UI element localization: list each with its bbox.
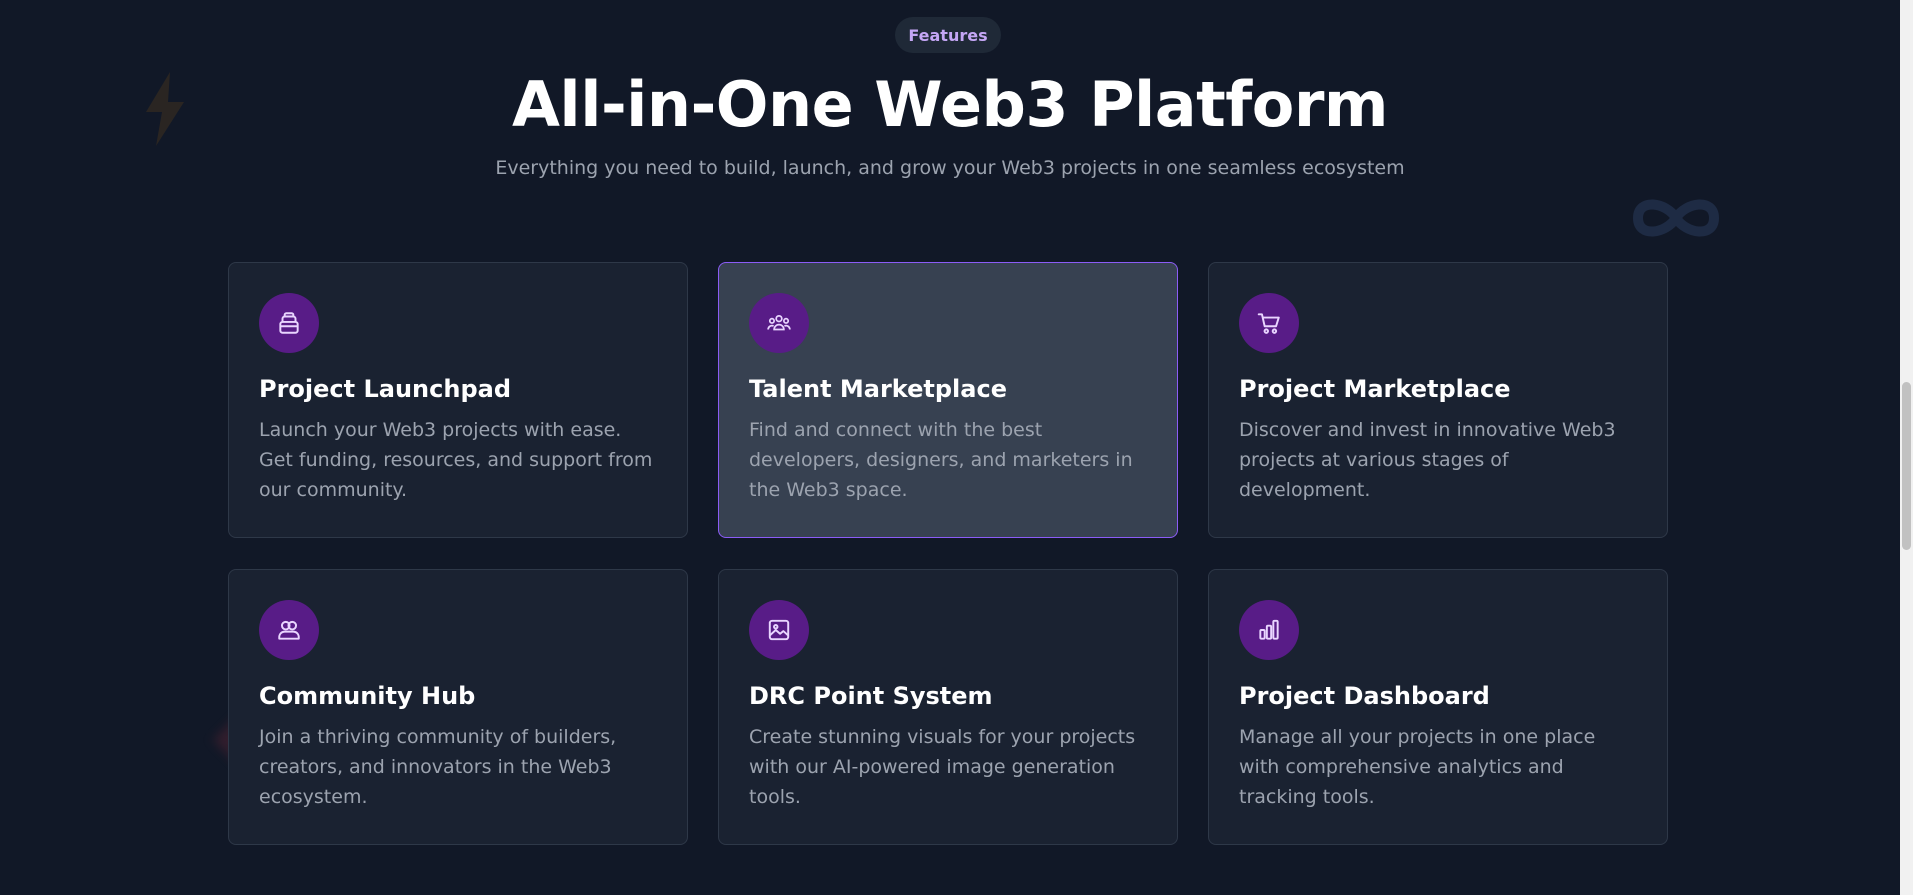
feature-title: Project Dashboard	[1239, 682, 1490, 710]
feature-title: Project Launchpad	[259, 375, 511, 403]
feature-description: Manage all your projects in one place wi…	[1239, 726, 1596, 808]
scrollbar-thumb[interactable]	[1902, 382, 1911, 550]
feature-description: Join a thriving community of builders, c…	[259, 726, 617, 808]
feature-description: Create stunning visuals for your project…	[749, 726, 1136, 808]
feature-card-talent-marketplace[interactable]: Talent Marketplace Find and connect with…	[718, 262, 1178, 538]
bar-chart-icon	[1239, 600, 1299, 660]
feature-description: Launch your Web3 projects with ease. Get…	[259, 419, 653, 501]
feature-description: Find and connect with the best developer…	[749, 419, 1133, 501]
feature-title: DRC Point System	[749, 682, 993, 710]
feature-title: Community Hub	[259, 682, 476, 710]
launchpad-icon	[259, 293, 319, 353]
feature-card-project-dashboard[interactable]: Project Dashboard Manage all your projec…	[1208, 569, 1668, 845]
feature-card-community-hub[interactable]: Community Hub Join a thriving community …	[228, 569, 688, 845]
people-icon	[749, 293, 809, 353]
feature-grid: Project Launchpad Launch your Web3 proje…	[228, 262, 1668, 845]
users-icon	[259, 600, 319, 660]
feature-card-project-marketplace[interactable]: Project Marketplace Discover and invest …	[1208, 262, 1668, 538]
features-section: Features All-in-One Web3 Platform Everyt…	[0, 0, 1913, 895]
feature-card-drc-point-system[interactable]: DRC Point System Create stunning visuals…	[718, 569, 1178, 845]
section-subtitle: Everything you need to build, launch, an…	[495, 157, 1405, 179]
cart-icon	[1239, 293, 1299, 353]
feature-card-project-launchpad[interactable]: Project Launchpad Launch your Web3 proje…	[228, 262, 688, 538]
vertical-scrollbar[interactable]	[1900, 0, 1913, 895]
infinity-icon	[1632, 199, 1720, 237]
image-icon	[749, 600, 809, 660]
section-title: All-in-One Web3 Platform	[511, 68, 1389, 141]
feature-title: Project Marketplace	[1239, 375, 1511, 403]
feature-description: Discover and invest in innovative Web3 p…	[1239, 419, 1616, 501]
feature-title: Talent Marketplace	[749, 375, 1007, 403]
features-badge: Features	[895, 17, 1001, 53]
